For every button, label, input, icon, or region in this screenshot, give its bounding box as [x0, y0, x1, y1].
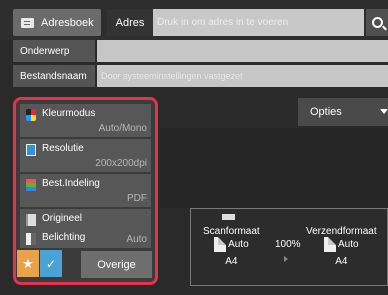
filename-row: Bestandsnaam Door systeeminstellingen va…: [13, 65, 388, 87]
resolution-label: Resolutie: [42, 143, 84, 154]
scan-size-value: A4: [225, 256, 238, 267]
file-format-label: Best.Indeling: [42, 178, 100, 189]
color-mode-label: Kleurmodus: [42, 108, 96, 119]
address-book-button[interactable]: Adresboek: [13, 9, 101, 36]
preview-area: [160, 128, 388, 208]
color-mode-button[interactable]: Kleurmodus Auto/Mono: [20, 104, 151, 137]
subject-field[interactable]: [97, 40, 388, 62]
top-bar: Adresboek Adres: [0, 0, 388, 40]
star-icon: ★: [22, 255, 34, 271]
resolution-button[interactable]: Resolutie 200x200dpi: [20, 139, 151, 172]
size-summary-panel[interactable]: Scanformaat Auto A4 100% Verzendformaat …: [190, 208, 388, 286]
exposure-value: Auto: [126, 234, 147, 245]
file-format-value: PDF: [127, 193, 147, 204]
options-tab[interactable]: Opties: [298, 98, 388, 126]
scan-size-column: Scanformaat Auto A4: [203, 226, 260, 267]
address-label: Adres: [107, 9, 153, 36]
confirm-button[interactable]: ✓: [40, 250, 62, 277]
exposure-button[interactable]: Belichting Auto: [20, 228, 151, 248]
resolution-icon: [26, 144, 36, 156]
other-button[interactable]: Overige: [81, 251, 152, 278]
send-mode-value: Auto: [338, 239, 359, 251]
resolution-value: 200x200dpi: [95, 158, 147, 169]
zoom-value: 100%: [275, 239, 301, 250]
chevron-down-icon: [380, 109, 388, 114]
exposure-icon: [26, 233, 36, 245]
address-book-label: Adresboek: [41, 16, 94, 29]
file-format-button[interactable]: Best.Indeling PDF: [20, 174, 151, 207]
original-icon: [26, 214, 36, 226]
options-label: Opties: [310, 106, 342, 118]
exposure-label: Belichting: [42, 232, 86, 243]
address-book-icon: [21, 17, 34, 28]
color-mode-value: Auto/Mono: [98, 123, 147, 134]
filename-label[interactable]: Bestandsnaam: [13, 65, 95, 87]
mode-settings-panel: Kleurmodus Auto/Mono Resolutie 200x200dp…: [13, 97, 158, 285]
color-mode-icon: [26, 109, 36, 121]
send-size-value: A4: [335, 256, 348, 267]
favorite-button[interactable]: ★: [17, 250, 39, 277]
send-size-label: Verzendformaat: [306, 226, 377, 237]
scan-size-label: Scanformaat: [203, 226, 260, 237]
scanner-icon: [222, 214, 235, 220]
address-input[interactable]: [153, 9, 364, 36]
document-icon: [214, 237, 227, 252]
file-format-icon: [26, 179, 36, 191]
subject-label[interactable]: Onderwerp: [13, 40, 95, 62]
document-icon: [324, 237, 337, 252]
search-button[interactable]: [366, 9, 388, 36]
arrow-right-icon: [284, 256, 288, 262]
search-icon: [371, 17, 383, 28]
check-icon: ✓: [45, 256, 57, 271]
subject-row: Onderwerp: [13, 40, 388, 62]
filename-field[interactable]: Door systeeminstellingen vastgezet: [97, 65, 388, 87]
scan-mode-value: Auto: [228, 239, 249, 251]
send-size-column: Verzendformaat Auto A4: [306, 226, 377, 267]
original-label: Origineel: [42, 213, 83, 224]
